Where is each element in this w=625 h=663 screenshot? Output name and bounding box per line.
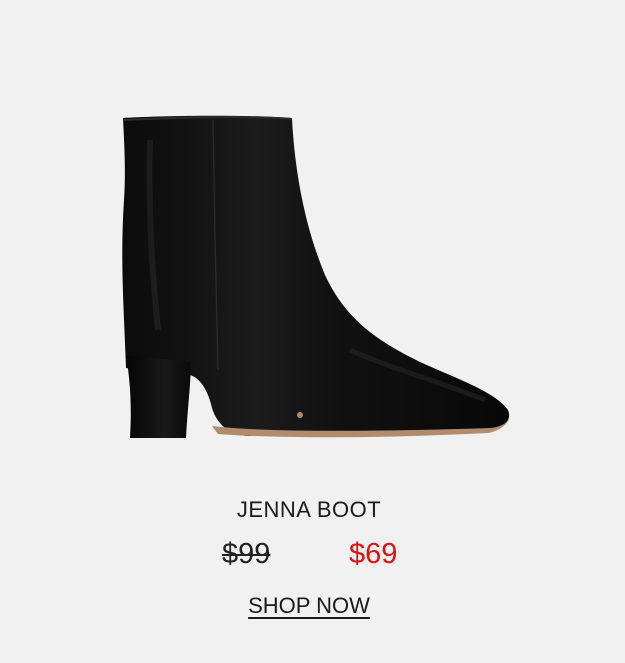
sale-price: $69 [349, 538, 398, 570]
product-name: JENNA BOOT [236, 497, 382, 522]
original-price: $99 [222, 538, 271, 570]
price-row: $99 $69 [0, 538, 618, 578]
product-card[interactable]: JENNA BOOT $99 $69 SHOP NOW [0, 0, 625, 663]
shop-now-link[interactable]: SHOP NOW [0, 593, 618, 619]
boot-image[interactable] [90, 100, 540, 470]
